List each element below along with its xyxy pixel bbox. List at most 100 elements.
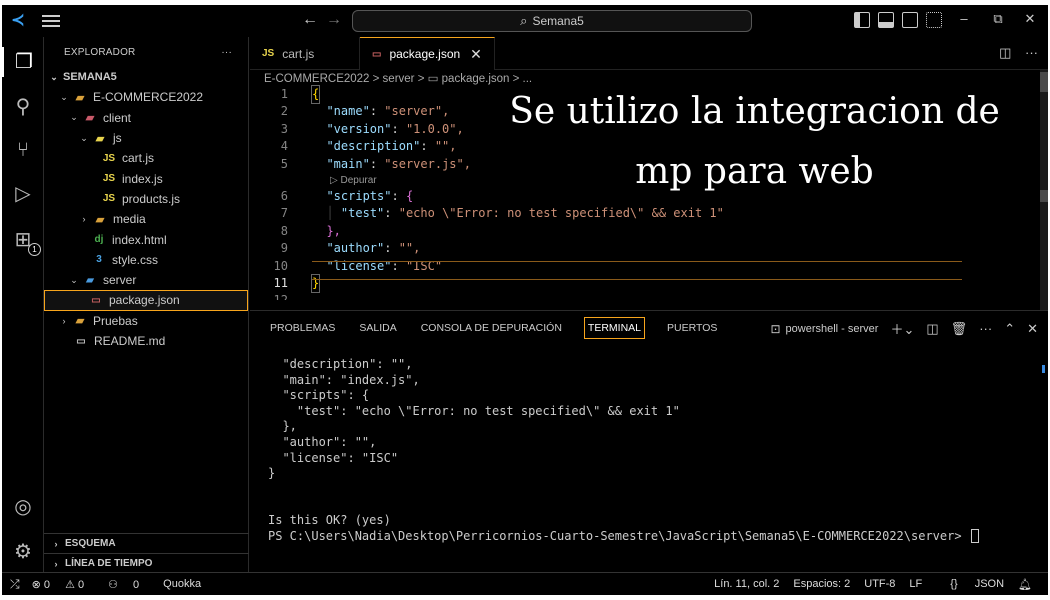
tree-item-js[interactable]: ⌄ ▰ js [44, 128, 248, 148]
outline-label: ESQUEMA [65, 538, 116, 549]
tree-label: server [103, 273, 137, 288]
back-arrow-icon[interactable]: ← [302, 11, 318, 29]
customize-layout-icon[interactable] [926, 12, 942, 28]
tab-terminal[interactable]: TERMINAL [583, 316, 646, 339]
command-center-search[interactable]: ⌕ Semana5 [352, 10, 752, 32]
tree-item-style-css[interactable]: 3 style.css [44, 250, 248, 270]
tree-label: js [113, 131, 122, 146]
terminal-output[interactable]: "description": "", "main": "index.js", "… [268, 357, 979, 544]
explorer-header: EXPLORADOR ··· [44, 37, 248, 67]
tree-label: E-COMMERCE2022 [93, 90, 204, 105]
close-tab-icon[interactable]: ✕ [470, 46, 482, 63]
editor-scrollbar[interactable] [1040, 70, 1048, 310]
vscode-logo-icon: ≺ [11, 12, 25, 29]
run-debug-icon[interactable]: ▷ [8, 179, 38, 209]
more-actions-icon[interactable]: ··· [979, 321, 992, 336]
explorer-icon[interactable]: ❐ [2, 47, 38, 77]
tab-salida[interactable]: SALIDA [357, 318, 398, 338]
settings-gear-icon[interactable]: ⚙ [8, 537, 38, 567]
ports-icon: ⚇ [108, 578, 118, 591]
panel-actions: ⊡ powershell - server ＋⌄ ◫ 🗑 ··· ⌃ ✕ [770, 319, 1038, 338]
forward-arrow-icon[interactable]: → [326, 11, 342, 29]
terminal-prompt-line: PS C:\Users\Nadia\Desktop\Perricornios-C… [268, 529, 979, 545]
toggle-primary-sidebar-icon[interactable] [854, 12, 870, 28]
source-control-icon[interactable]: ⑂ [8, 135, 38, 165]
tree-root-semana5[interactable]: ⌄ SEMANA5 [44, 67, 248, 87]
scrollbar-thumb[interactable] [1040, 72, 1048, 92]
timeline-section[interactable]: › LÍNEA DE TIEMPO [44, 553, 249, 573]
problems-status[interactable]: ⊗ 0 ⚠ 0 [32, 578, 97, 591]
eol[interactable]: LF [909, 578, 922, 590]
vscode-window: ≺ ← → ⌕ Semana5 – ⧉ ✕ ❐ ⚲ ⑂ ▷ ⊞ 1 ◎ ⚙ EX… [2, 5, 1048, 595]
tree-item-cart-js[interactable]: JS cart.js [44, 148, 248, 168]
markdown-file-icon: ▭ [76, 335, 86, 347]
maximize-panel-icon[interactable]: ⌃ [1004, 321, 1015, 337]
extensions-icon[interactable]: ⊞ 1 [8, 225, 41, 256]
search-icon[interactable]: ⚲ [8, 92, 38, 122]
split-editor-icon[interactable]: ◫ [999, 45, 1011, 60]
tree-item-package-json[interactable]: ▭ package.json [44, 290, 248, 311]
restore-icon[interactable]: ⧉ [988, 11, 1008, 27]
quokka-status[interactable]: Quokka [163, 578, 201, 590]
caption-overlay: Se utilizo la integracion de mp para web [477, 82, 1032, 202]
minimize-icon[interactable]: – [954, 11, 974, 26]
tree-item-e-commerce2022[interactable]: ⌄ ▰ E-COMMERCE2022 [44, 87, 248, 107]
terminal-cursor [970, 529, 979, 544]
trash-icon[interactable]: 🗑 [951, 321, 968, 337]
terminal-line: "scripts": { [268, 388, 370, 403]
tree-item-index-js[interactable]: JS index.js [44, 168, 248, 188]
menu-icon[interactable] [42, 12, 60, 30]
close-window-icon[interactable]: ✕ [1020, 11, 1040, 27]
tab-package-json[interactable]: ▭ package.json ✕ [360, 37, 495, 70]
new-terminal-icon[interactable]: ＋⌄ [890, 319, 914, 338]
explorer-sidebar: EXPLORADOR ··· ⌄ SEMANA5 ⌄ ▰ E-COMMERCE2… [44, 37, 249, 572]
tree-label: index.html [112, 232, 167, 247]
outline-section[interactable]: › ESQUEMA [44, 533, 249, 553]
editor-tabs: JS cart.js ▭ package.json ✕ ◫ ··· [250, 37, 1048, 70]
remote-icon[interactable]: ⤮ [10, 577, 20, 592]
chevron-down-icon: ⌄ [80, 132, 88, 143]
split-terminal-icon[interactable]: ◫ [926, 321, 938, 337]
chevron-right-icon: › [54, 558, 58, 569]
cursor-position[interactable]: Lín. 11, col. 2 [714, 578, 779, 590]
indentation[interactable]: Espacios: 2 [793, 578, 850, 590]
tree-item-media[interactable]: › ▰ media [44, 209, 248, 229]
tree-item-readme-md[interactable]: ▭ README.md [44, 331, 248, 351]
code-line: 8 }, [280, 223, 341, 238]
terminal-line: "author": "", [268, 434, 377, 449]
scrollbar-thumb[interactable] [1040, 190, 1048, 202]
tree-item-client[interactable]: ⌄ ▰ client [44, 108, 248, 128]
tree-item-index-html[interactable]: dj index.html [44, 229, 248, 249]
tree-item-server[interactable]: ⌄ ▰ server [44, 270, 248, 290]
tab-puertos[interactable]: PUERTOS [665, 318, 719, 338]
tree-label: style.css [112, 252, 159, 267]
caption-line: Se utilizo la integracion de [509, 91, 1000, 132]
npm-json-icon: ▭ [91, 294, 101, 306]
status-bar: ⤮ ⊗ 0 ⚠ 0 ⚇ 0 Quokka Lín. 11, col. 2 Esp… [2, 572, 1048, 595]
close-panel-icon[interactable]: ✕ [1027, 321, 1038, 337]
terminal-line: } [268, 466, 276, 481]
tree-label: cart.js [122, 151, 155, 166]
terminal-line: Is this OK? (yes) [268, 512, 391, 527]
ports-status[interactable]: ⚇ 0 [108, 578, 151, 591]
language-mode[interactable]: {} JSON [936, 578, 1004, 590]
tab-problemas[interactable]: PROBLEMAS [268, 318, 337, 338]
tree-item-products-js[interactable]: JS products.js [44, 189, 248, 209]
tab-consola-depuracion[interactable]: CONSOLA DE DEPURACIÓN [419, 318, 564, 338]
tab-cart-js[interactable]: JS cart.js [250, 37, 360, 70]
more-actions-icon[interactable]: ··· [1025, 45, 1038, 60]
toggle-secondary-sidebar-icon[interactable] [902, 12, 918, 28]
tree-item-pruebas[interactable]: › ▰ Pruebas [44, 311, 248, 331]
braces-icon: {} [950, 578, 958, 590]
notifications-bell-icon[interactable]: 🔔︎ [1018, 578, 1032, 591]
encoding[interactable]: UTF-8 [864, 578, 895, 590]
chevron-down-icon: ⌄ [60, 91, 68, 102]
account-icon[interactable]: ◎ [8, 492, 38, 522]
current-line-border [312, 279, 962, 280]
terminal-name[interactable]: powershell - server [786, 323, 879, 335]
more-actions-icon[interactable]: ··· [221, 47, 232, 58]
terminal-line: }, [268, 419, 297, 434]
code-line: 9 "author": "", [280, 241, 421, 256]
toggle-panel-icon[interactable] [878, 12, 894, 28]
